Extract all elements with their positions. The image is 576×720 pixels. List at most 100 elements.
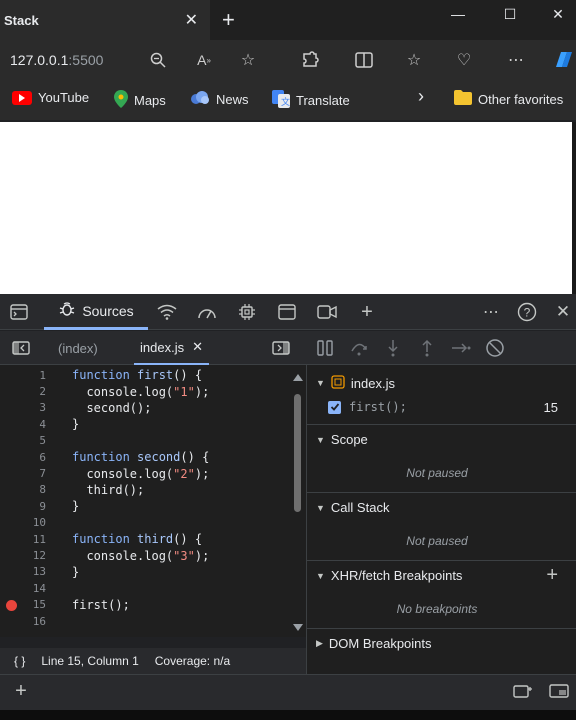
close-window-icon[interactable]: ✕ (540, 0, 576, 28)
extensions-icon[interactable] (298, 48, 322, 72)
bookmark-translate[interactable]: 文 Translate (272, 90, 350, 111)
collapse-triangle-icon[interactable]: ▼ (316, 435, 325, 445)
code-line[interactable]: 16 (0, 613, 290, 629)
code-line[interactable]: 9} (0, 498, 290, 514)
code-line[interactable]: 8 third(); (0, 482, 290, 498)
editor-scrollbar[interactable] (290, 374, 306, 634)
dock-icon[interactable] (512, 681, 534, 701)
code-line[interactable]: 13} (0, 564, 290, 580)
line-number[interactable]: 3 (0, 401, 46, 414)
line-number[interactable]: 11 (0, 533, 46, 546)
line-number[interactable]: 9 (0, 500, 46, 513)
toggle-drawer-icon[interactable] (8, 302, 30, 322)
code-editor[interactable]: 1 function first() {2 console.log("1"); 3 … (0, 365, 306, 637)
scroll-down-icon[interactable] (293, 624, 303, 631)
line-number[interactable]: 5 (0, 434, 46, 447)
performance-gauge-icon[interactable] (196, 302, 218, 322)
favorite-star-icon[interactable]: ☆ (236, 48, 260, 72)
line-number[interactable]: 10 (0, 516, 46, 529)
code-line[interactable]: 6 function second() { (0, 449, 290, 465)
address-bar[interactable]: 127.0.0.1:5500 (0, 40, 576, 80)
more-menu-icon[interactable]: ⋯ (504, 48, 528, 72)
step-icon[interactable] (450, 337, 472, 359)
code-line[interactable]: 14 (0, 580, 290, 596)
line-number[interactable]: 14 (0, 582, 46, 595)
undock-icon[interactable] (548, 681, 570, 701)
other-favorites[interactable]: Other favorites (454, 90, 563, 108)
recorder-icon[interactable] (316, 302, 338, 322)
collapse-triangle-icon[interactable]: ▼ (316, 571, 325, 581)
add-panel-icon[interactable]: + (10, 680, 32, 702)
bookmark-news[interactable]: News (190, 90, 249, 109)
application-icon[interactable] (276, 302, 298, 322)
line-number[interactable]: 1 (0, 369, 46, 382)
step-out-icon[interactable] (416, 337, 438, 359)
toggle-debugger-icon[interactable] (272, 331, 290, 365)
breakpoint-marker[interactable] (6, 599, 17, 611)
bookmarks-more-icon[interactable]: › (418, 86, 424, 107)
network-wifi-icon[interactable] (156, 302, 178, 322)
collapse-triangle-icon[interactable]: ▼ (316, 378, 325, 388)
toggle-navigator-icon[interactable] (12, 331, 30, 365)
deactivate-breakpoints-icon[interactable] (484, 337, 506, 359)
tab-sources[interactable]: Sources (44, 294, 148, 330)
pause-resume-icon[interactable] (314, 337, 336, 359)
more-tools-plus-icon[interactable]: + (356, 301, 378, 323)
line-number[interactable]: 16 (0, 615, 46, 628)
new-tab-icon[interactable]: + (222, 9, 235, 31)
memory-chip-icon[interactable] (236, 302, 258, 322)
line-number[interactable]: 4 (0, 418, 46, 431)
scroll-up-icon[interactable] (293, 374, 303, 381)
breakpoint-entry[interactable]: first(); 15 (306, 392, 576, 422)
minimize-icon[interactable]: — (436, 0, 480, 28)
browser-essentials-icon[interactable]: ♡ (452, 48, 476, 72)
line-number[interactable]: 8 (0, 483, 46, 496)
code-line[interactable]: 5 (0, 433, 290, 449)
read-aloud-icon[interactable]: A» (192, 48, 216, 72)
split-screen-icon[interactable] (352, 48, 376, 72)
zoom-icon[interactable] (146, 48, 170, 72)
scrollbar-thumb[interactable] (294, 394, 301, 512)
line-code: } (72, 417, 80, 432)
step-into-icon[interactable] (382, 337, 404, 359)
code-line[interactable]: 11 function third() { (0, 531, 290, 547)
url-field[interactable]: 127.0.0.1:5500 (10, 52, 103, 68)
code-line[interactable]: 15 first(); (0, 597, 290, 613)
code-line[interactable]: 3 second(); (0, 400, 290, 416)
browser-tab[interactable]: Stack ✕ (0, 0, 210, 40)
line-number[interactable]: 12 (0, 549, 46, 562)
close-devtools-icon[interactable]: ✕ (552, 302, 574, 322)
tab-close-icon[interactable]: ✕ (185, 10, 198, 30)
code-line[interactable]: 1 function first() { (0, 367, 290, 383)
maximize-icon[interactable]: ☐ (488, 0, 532, 28)
breakpoint-file-name: index.js (350, 375, 395, 391)
copilot-icon[interactable] (550, 48, 576, 72)
help-icon[interactable]: ? (516, 302, 538, 322)
breakpoint-checkbox[interactable] (328, 400, 341, 414)
code-line[interactable]: 7 console.log("2"); (0, 465, 290, 481)
code-line[interactable]: 10 (0, 515, 290, 531)
close-tab-icon[interactable]: ✕ (192, 339, 203, 355)
code-line[interactable]: 12 console.log("3"); (0, 547, 290, 563)
devtools-more-icon[interactable]: ⋯ (480, 302, 502, 322)
step-over-icon[interactable] (348, 337, 370, 359)
favorites-icon[interactable]: ☆ (402, 48, 426, 72)
expand-triangle-icon[interactable]: ▶ (316, 638, 323, 649)
code-line[interactable]: 4} (0, 416, 290, 432)
line-number[interactable]: 13 (0, 565, 46, 578)
call-stack-section-header[interactable]: ▼ Call Stack (306, 492, 576, 522)
scope-section-header[interactable]: ▼ Scope (306, 424, 576, 454)
code-line[interactable]: 2 console.log("1"); (0, 383, 290, 399)
bookmark-youtube[interactable]: YouTube (12, 90, 89, 105)
editor-tab-index[interactable]: (index) (58, 331, 98, 365)
bookmark-maps[interactable]: Maps (114, 90, 166, 111)
pretty-print-icon[interactable]: { } (14, 654, 25, 668)
add-xhr-breakpoint-icon[interactable]: + (546, 564, 558, 587)
line-number[interactable]: 7 (0, 467, 46, 480)
editor-tab-indexjs[interactable]: index.js ✕ (134, 331, 209, 365)
dom-section-header[interactable]: ▶ DOM Breakpoints (306, 628, 576, 658)
line-number[interactable]: 6 (0, 451, 46, 464)
xhr-section-header[interactable]: ▼ XHR/fetch Breakpoints + (306, 560, 576, 590)
collapse-triangle-icon[interactable]: ▼ (316, 503, 325, 513)
line-number[interactable]: 2 (0, 385, 46, 398)
